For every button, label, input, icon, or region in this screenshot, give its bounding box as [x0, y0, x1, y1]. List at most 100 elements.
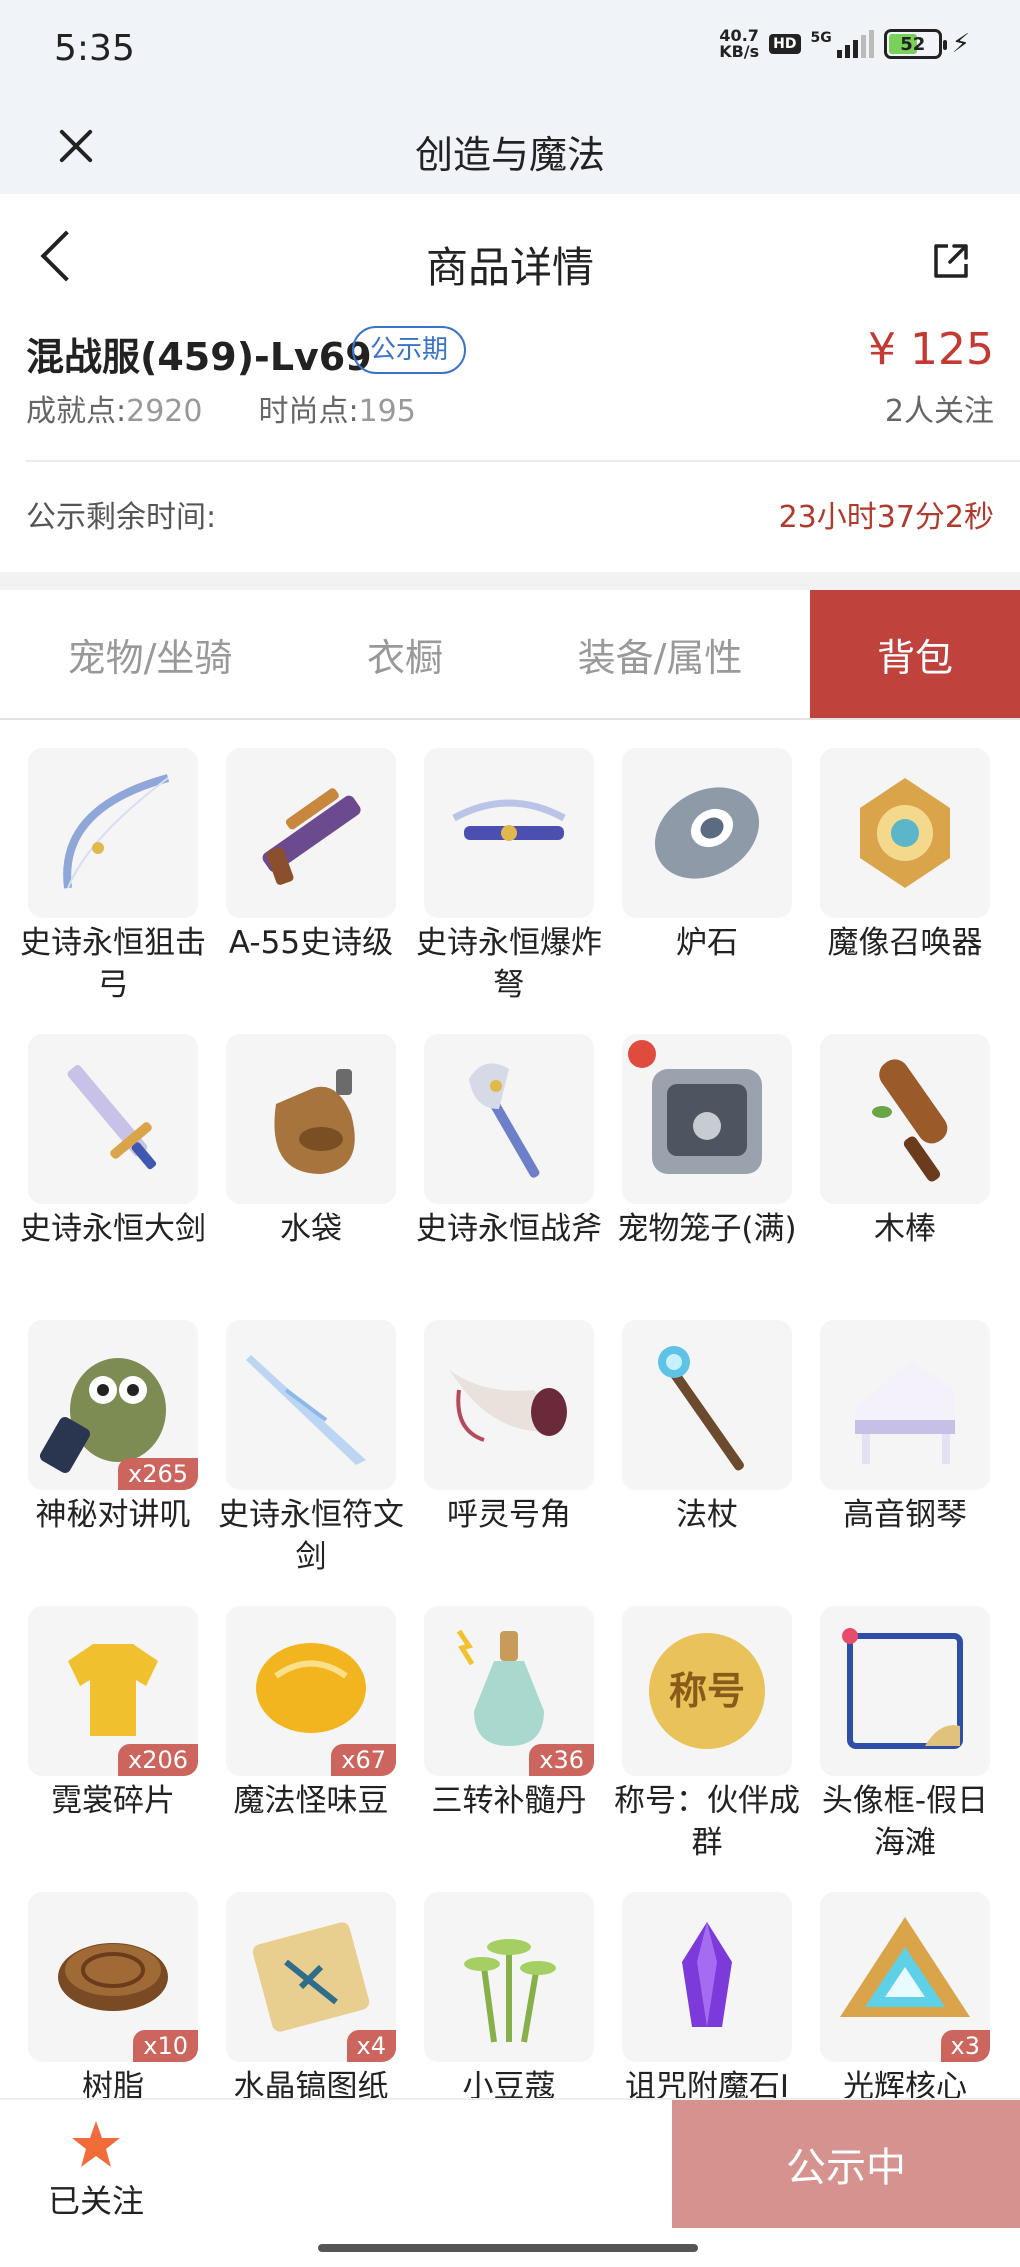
item-tile: [226, 1320, 396, 1490]
item-tile: x36: [424, 1606, 594, 1776]
inventory-item[interactable]: 宠物笼子(满): [617, 1034, 797, 1320]
tab-bar: 宠物/坐骑 衣橱 装备/属性 背包: [0, 590, 1020, 720]
item-name: 木棒: [874, 1211, 936, 1247]
wooden-club-icon: [872, 1059, 948, 1182]
inventory-item[interactable]: x265 神秘对讲叽: [28, 1320, 198, 1606]
inventory-item[interactable]: 称号 称号：伙伴成群: [614, 1606, 800, 1892]
inventory-item[interactable]: 史诗永恒符文剑: [218, 1320, 404, 1606]
publicity-status-button[interactable]: 公示中: [672, 2100, 1020, 2228]
status-bar: 5:35 40.7 KB/s HD 5G 52 ⚡: [0, 0, 1020, 100]
hd-icon: HD: [769, 34, 801, 54]
inventory-item[interactable]: A-55史诗级: [226, 748, 396, 1034]
item-tile: x265: [28, 1320, 198, 1490]
charging-icon: ⚡: [951, 29, 970, 59]
page-title: 商品详情: [425, 243, 594, 292]
inventory-item[interactable]: 水袋: [226, 1034, 396, 1320]
greatsword-icon: [67, 1065, 157, 1170]
inventory-item[interactable]: 呼灵号角: [424, 1320, 594, 1606]
item-tile: [28, 748, 198, 918]
item-tile: x3: [820, 1892, 990, 2062]
item-name: 法杖: [676, 1497, 738, 1533]
inventory-item[interactable]: 史诗永恒战斧: [416, 1034, 602, 1320]
follow-button[interactable]: 已关注: [36, 2118, 156, 2222]
tab-equipment-attributes[interactable]: 装备/属性: [510, 590, 810, 718]
horn-icon: [449, 1370, 567, 1442]
fashion-stat: 时尚点:195: [258, 394, 416, 429]
item-name: 霓裳碎片: [51, 1783, 175, 1819]
rifle-icon: [262, 788, 361, 885]
home-indicator[interactable]: [318, 2244, 698, 2252]
inventory-item[interactable]: 高音钢琴: [820, 1320, 990, 1606]
bow-icon: [63, 774, 170, 889]
item-tile: [820, 1034, 990, 1204]
item-name: 史诗永恒大剑: [20, 1211, 206, 1247]
item-name: 史诗永恒战斧: [416, 1211, 602, 1247]
item-name: 高音钢琴: [843, 1497, 967, 1533]
inventory-item[interactable]: x36 三转补髓丹: [424, 1606, 594, 1892]
product-name: 混战服(459)-Lv69: [26, 335, 372, 379]
item-tile: [424, 1892, 594, 2062]
item-tile: [622, 1892, 792, 2062]
item-tile: [622, 1034, 792, 1204]
rune-sword-icon: [246, 1355, 366, 1465]
app-title-bar: 创造与魔法: [0, 100, 1020, 194]
tab-pets-mounts[interactable]: 宠物/坐骑: [0, 590, 300, 718]
inventory-item[interactable]: 魔像召唤器: [820, 748, 990, 1034]
item-tile: x10: [28, 1892, 198, 2062]
inventory-item[interactable]: 史诗永恒爆炸弩: [416, 748, 602, 1034]
item-name: 水袋: [280, 1211, 342, 1247]
quantity-badge: x4: [346, 2030, 396, 2062]
countdown-value: 23小时37分2秒: [778, 500, 994, 535]
share-icon[interactable]: [932, 242, 970, 280]
network-speed: 40.7 KB/s: [719, 26, 760, 61]
inventory-item[interactable]: x206 霓裳碎片: [28, 1606, 198, 1892]
item-tile: [424, 748, 594, 918]
item-name: A-55史诗级: [228, 925, 394, 961]
inventory-item[interactable]: 头像框-假日海滩: [820, 1606, 990, 1892]
item-tile: [820, 1320, 990, 1490]
hearthstone-icon: [654, 787, 760, 879]
tab-wardrobe[interactable]: 衣橱: [300, 590, 510, 718]
price: ¥ 125: [868, 324, 994, 375]
inventory-item[interactable]: x67 魔法怪味豆: [226, 1606, 396, 1892]
piano-icon: [855, 1360, 955, 1464]
inventory-item[interactable]: 木棒: [820, 1034, 990, 1320]
item-tile: [622, 1320, 792, 1490]
bottom-action-bar: 已关注 公示中: [0, 2098, 1020, 2267]
item-tile: [226, 748, 396, 918]
item-name: 史诗永恒狙击弓: [20, 925, 206, 1003]
item-name: 宠物笼子(满): [617, 1211, 797, 1247]
item-name: 魔像召唤器: [827, 925, 983, 961]
follower-count: 2人关注: [884, 394, 994, 429]
item-name: 三转补髓丹: [431, 1783, 587, 1819]
tab-backpack[interactable]: 背包: [810, 590, 1020, 718]
item-tile: [226, 1034, 396, 1204]
signal-icon: 5G: [811, 30, 874, 58]
title-badge-text: 称号: [669, 1669, 745, 1713]
item-name: 神秘对讲叽: [35, 1497, 191, 1533]
quantity-badge: x67: [331, 1744, 396, 1776]
inventory-item[interactable]: 史诗永恒大剑: [20, 1034, 206, 1320]
section-separator: [0, 572, 1020, 590]
title-badge-icon: 称号: [649, 1633, 765, 1749]
item-tile: x67: [226, 1606, 396, 1776]
quantity-badge: x3: [940, 2030, 990, 2062]
item-name: 炉石: [676, 925, 738, 961]
inventory-item[interactable]: 法杖: [622, 1320, 792, 1606]
quantity-badge: x10: [133, 2030, 198, 2062]
water-bag-icon: [274, 1069, 355, 1174]
item-tile: [28, 1034, 198, 1204]
avatar-frame-icon: [842, 1628, 963, 1749]
battery-icon: 52: [883, 29, 947, 59]
follow-label: 已关注: [47, 2182, 144, 2220]
inventory-item[interactable]: 史诗永恒狙击弓: [20, 748, 206, 1034]
divider: [26, 460, 1020, 462]
battle-axe-icon: [469, 1063, 540, 1178]
inventory-item[interactable]: 炉石: [622, 748, 792, 1034]
item-name: 呼灵号角: [447, 1497, 571, 1533]
staff-icon: [658, 1346, 744, 1471]
status-badge: 公示期: [352, 326, 467, 374]
item-name: 称号：伙伴成群: [614, 1783, 800, 1861]
item-tile: x4: [226, 1892, 396, 2062]
item-tile: [820, 1606, 990, 1776]
